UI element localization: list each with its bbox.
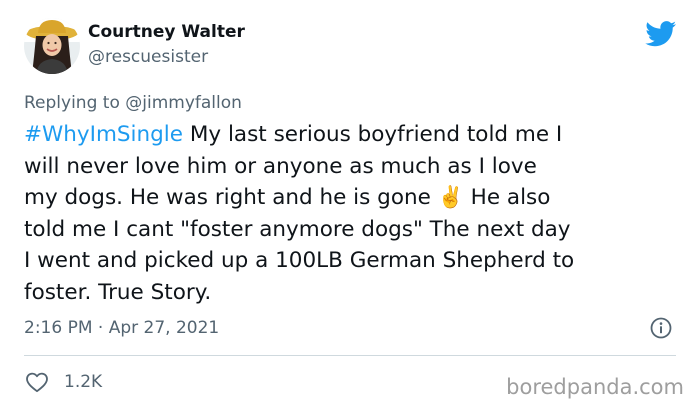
tweet-line-text: told me I cant "foster anymore dogs" The… [24, 216, 571, 242]
tweet-timestamp[interactable]: 2:16 PM · Apr 27, 2021 [24, 318, 219, 338]
replying-to-label: Replying to [24, 93, 126, 113]
tweet-line: #WhyImSingle My last serious boyfriend t… [24, 119, 684, 151]
tweet-line-text: He also [463, 185, 551, 210]
tweet-line-text: I went and picked up a 100LB German Shep… [24, 248, 575, 273]
heart-icon[interactable] [25, 371, 49, 393]
reply-mention-link[interactable]: @jimmyfallon [125, 93, 242, 113]
hashtag-link[interactable]: #WhyImSingle [24, 122, 183, 147]
replying-to-line: Replying to @jimmyfallon [24, 93, 242, 113]
tweet-line: my dogs. He was right and he is gone ✌️ … [24, 182, 684, 214]
watermark: boredpanda.com [506, 375, 684, 399]
divider [24, 355, 676, 356]
like-count: 1.2K [64, 372, 103, 392]
tweet-line: will never love him or anyone as much as… [24, 151, 684, 183]
tweet-line: foster. True Story. [24, 277, 684, 309]
tweet-line-text: My last serious boyfriend told me I [183, 122, 563, 147]
author-handle[interactable]: @rescuesister [88, 47, 208, 67]
tweet-text: #WhyImSingle My last serious boyfriend t… [24, 119, 684, 308]
avatar[interactable] [24, 18, 80, 74]
tweet-line-text: my dogs. He was right and he is gone [24, 185, 438, 210]
tweet-line: told me I cant "foster anymore dogs" The… [24, 214, 684, 246]
tweet-line-text: foster. True Story. [24, 279, 212, 305]
avatar-image [24, 18, 80, 74]
info-icon[interactable] [650, 317, 672, 339]
twitter-bird-icon[interactable] [645, 21, 677, 47]
victory-hand-emoji-icon: ✌️ [437, 185, 464, 209]
author-display-name[interactable]: Courtney Walter [88, 22, 245, 42]
tweet-line: I went and picked up a 100LB German Shep… [24, 245, 684, 277]
tweet-line-text: will never love him or anyone as much as… [24, 153, 537, 179]
